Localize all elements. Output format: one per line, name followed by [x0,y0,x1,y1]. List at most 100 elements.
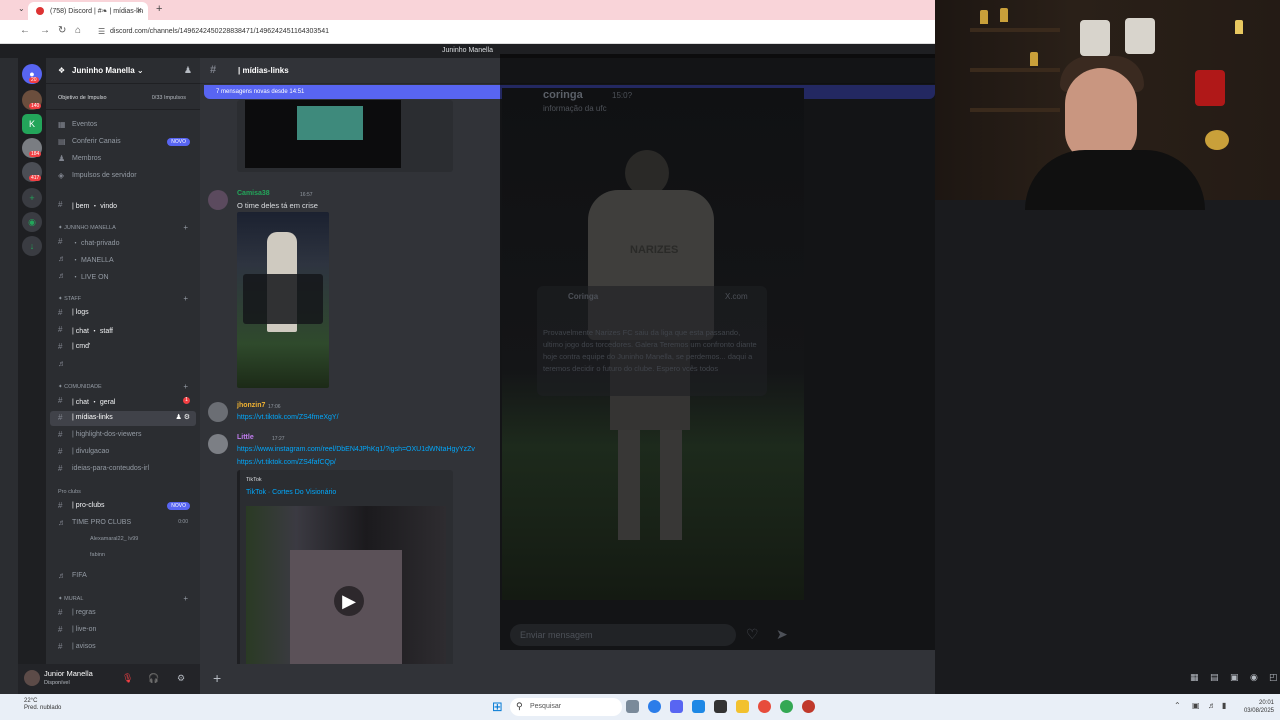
channel-bem-vindo[interactable]: # | bem ・ vindo [50,198,196,213]
message-link[interactable]: https://www.instagram.com/reel/DbEN4JPhK… [237,446,475,453]
lightbox-reply-input[interactable]: Enviar mensagem [510,624,736,646]
chrome-icon[interactable] [758,700,771,713]
channel-divulgacao[interactable]: # | divulgacao [50,445,196,460]
close-tab-icon[interactable]: × [137,5,142,15]
channel-chat-staff[interactable]: # | chat ・ staff [50,323,196,338]
reload-icon[interactable]: ↻ [58,25,66,36]
chrome-profile-icon[interactable] [780,700,793,713]
category-proclubs[interactable]: Pro clubs [54,486,192,498]
add-channel-icon[interactable]: + [183,223,188,232]
channel-manella[interactable]: ♬ ・ MANELLA [50,252,196,267]
category-mural[interactable]: ✦ MURAL + [54,593,192,605]
message-link[interactable]: https://vt.tiktok.com/ZS4fafCQp/ [237,459,336,466]
play-icon[interactable]: ▶ [334,586,364,616]
video-embed[interactable] [237,100,453,172]
avatar[interactable] [208,402,228,422]
grid-icon[interactable]: ▦ [1190,672,1199,683]
voice-fifa[interactable]: ♬ FIFA [50,569,196,584]
avatar[interactable] [208,434,228,454]
channel-midias-links[interactable]: # | mídias-links ♟ ⚙ [50,411,196,426]
add-server-icon[interactable]: + [22,188,42,208]
app-taskbar-icon[interactable] [692,700,705,713]
site-info-icon[interactable]: ☰ [98,27,105,36]
file-explorer-icon[interactable] [736,700,749,713]
browser-tab[interactable]: (758) Discord | #❧ | mídias-lin × [28,2,148,20]
back-icon[interactable]: ← [20,25,30,36]
forward-icon[interactable]: → [40,25,50,36]
weather-widget[interactable]: 22°C Pred. nublado [24,698,61,712]
add-channel-icon[interactable]: + [183,382,188,391]
category-staff[interactable]: ✦ STAFF + [54,293,192,305]
invite-people-icon[interactable]: ♟ [184,65,192,76]
channel-chat-geral[interactable]: # | chat ・ geral 1 [50,394,196,409]
window-title-text: Juninho Manella [442,47,493,54]
forward-icon[interactable]: ➤ [776,626,788,643]
taskbar-search[interactable]: ⚲ Pesquisar [510,698,622,716]
battery-icon[interactable]: ▮ [1222,701,1226,710]
layout-icon[interactable]: ▤ [1210,672,1219,683]
add-channel-icon[interactable]: + [183,294,188,303]
channel-live-on[interactable]: ♬ ・ LIVE ON [50,269,196,284]
message-author[interactable]: Little [237,434,254,441]
video-thumbnail[interactable]: ▶ [246,506,446,664]
members-item[interactable]: ♟ Membros [50,152,196,167]
heart-icon[interactable]: ♡ [746,626,759,643]
settings-icon[interactable]: ◉ [1250,672,1258,683]
channel-avisos[interactable]: # | avisos [50,640,196,655]
edge-icon[interactable] [648,700,661,713]
windows-start-icon[interactable]: ⊞ [492,699,503,715]
kick-guild-icon[interactable]: K [22,114,42,134]
channel-highlight[interactable]: # | highlight-dos-viewers [50,428,196,443]
video-thumbnail[interactable] [245,100,401,168]
image-attachment[interactable] [237,212,329,388]
window-icon[interactable]: ▣ [1230,672,1239,683]
task-view-icon[interactable] [626,700,639,713]
avatar[interactable] [24,670,40,686]
tab-menu-icon[interactable]: ⌄ [18,4,25,13]
download-icon[interactable]: ↓ [22,236,42,256]
clock[interactable]: 20:01 03/08/2025 [1244,699,1274,715]
channel-regras[interactable]: # | regras [50,606,196,621]
gear-icon[interactable]: ⚙ [177,673,185,684]
message-link[interactable]: https://vt.tiktok.com/ZS4fmeXgY/ [237,414,339,421]
voice-channel-staff[interactable]: ♬ [50,357,196,372]
message-author[interactable]: Camisa38 [237,190,270,197]
address-bar[interactable]: ☰ discord.com/channels/14962424502288384… [92,23,927,41]
channel-logs[interactable]: # | logs [50,306,196,321]
voice-user[interactable]: fabinn [50,549,196,564]
boost-goal[interactable]: Objetivo de Impulso 0/33 Impulsos [46,84,200,110]
category-juninho[interactable]: ✦ JUNINHO MANELLA + [54,222,192,234]
message-author[interactable]: jhonzin7 [237,402,265,409]
category-comunidade[interactable]: ✦ COMUNIDADE + [54,381,192,393]
discord-taskbar-icon[interactable] [670,700,683,713]
avatar[interactable] [208,190,228,210]
browse-channels-item[interactable]: ▤ Conferir Canais NOVO [50,135,196,150]
voice-user[interactable]: Alexamaral22_ lv99 [50,533,196,548]
embed-title[interactable]: TikTok · Cortes Do Visionário [246,489,336,496]
message-composer[interactable]: + [200,664,935,694]
fullscreen-icon[interactable]: ◰ [1269,672,1278,683]
new-messages-text: 7 mensagens novas desde 14:51 [216,89,305,95]
channel-pro-clubs[interactable]: # | pro-clubs NOVO [50,499,196,514]
server-header[interactable]: ❖ Juninho Manella ⌄ ♟ [46,58,200,84]
app-taskbar-icon[interactable] [802,700,815,713]
channel-chat-privado[interactable]: # ・ chat-privado [50,235,196,250]
channel-ideias[interactable]: # ideias-para-conteudos-irl [50,462,196,477]
server-boosts-item[interactable]: ◈ Impulsos de servidor [50,169,196,184]
channel-cmd[interactable]: # | cmd' [50,340,196,355]
volume-icon[interactable]: ♬ [1208,701,1216,710]
mute-mic-icon[interactable]: 🎙 [122,673,133,684]
add-attachment-icon[interactable]: + [213,670,221,686]
add-channel-icon[interactable]: + [183,594,188,603]
events-item[interactable]: ▦ Eventos [50,118,196,133]
network-icon[interactable]: ▣ [1192,701,1200,710]
explore-icon[interactable]: ◉ [22,212,42,232]
terminal-icon[interactable] [714,700,727,713]
home-icon[interactable]: ⌂ [75,25,81,36]
channel-live-on-mural[interactable]: # | live-on [50,623,196,638]
voice-time-pro-clubs[interactable]: ♬ TIME PRO CLUBS 0:00 [50,516,196,531]
headphones-icon[interactable]: 🎧 [148,673,159,684]
settings-icon[interactable]: ♟ ⚙ [176,413,191,421]
chevron-up-icon[interactable]: ⌃ [1174,701,1181,710]
new-tab-icon[interactable]: + [156,3,162,15]
